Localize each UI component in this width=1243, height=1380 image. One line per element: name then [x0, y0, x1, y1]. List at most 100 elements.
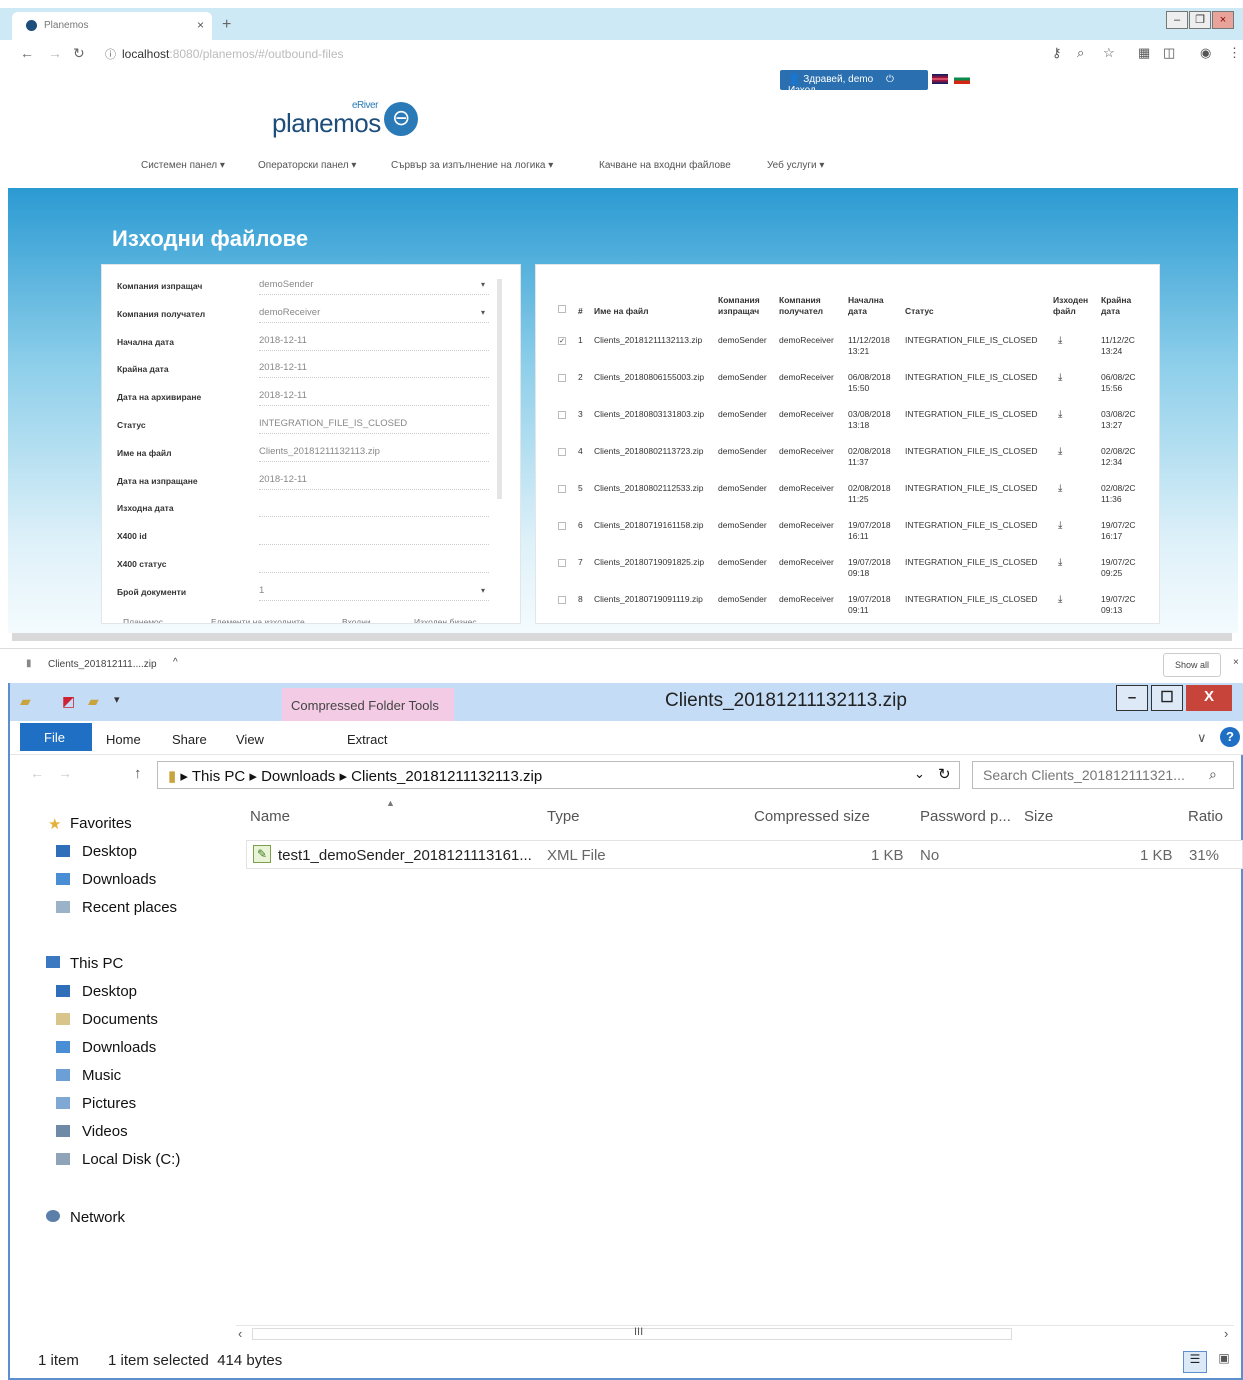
download-icon[interactable]: ⤓	[1058, 594, 1062, 605]
dropdown-caret-icon[interactable]: ▾	[481, 586, 485, 595]
tab-extract[interactable]: Extract	[347, 732, 387, 747]
qat-dropdown-icon[interactable]: ▾	[114, 693, 120, 706]
form-tab[interactable]: Елементи на изходните	[211, 617, 305, 623]
chevron-right-icon[interactable]: ▸	[180, 768, 191, 785]
menu-system-panel[interactable]: Системен панел ▾	[141, 160, 225, 171]
form-field[interactable]: 2018-12-11	[259, 474, 489, 490]
form-tab[interactable]: Входни	[342, 617, 371, 623]
nav-fav-downloads[interactable]: Downloads	[82, 871, 156, 888]
nav-pc-pictures[interactable]: Pictures	[82, 1095, 136, 1112]
download-icon[interactable]: ⤓	[1058, 483, 1062, 494]
address-bar[interactable]: ▮ ▸ This PC ▸ Downloads ▸ Clients_201812…	[157, 761, 960, 789]
back-icon[interactable]: ←	[30, 765, 44, 781]
col-compressed-size[interactable]: Compressed size	[754, 808, 870, 825]
show-all-button[interactable]: Show all	[1163, 653, 1221, 677]
tab-home[interactable]: Home	[106, 732, 141, 747]
col-status[interactable]: Статус	[905, 306, 934, 317]
refresh-icon[interactable]: ↻	[938, 765, 951, 783]
breadcrumb-downloads[interactable]: Downloads	[261, 768, 335, 785]
form-field[interactable]: Clients_20181211132113.zip	[259, 446, 489, 462]
row-checkbox[interactable]	[558, 559, 566, 567]
col-file-name[interactable]: Име на файл	[594, 306, 649, 317]
file-row[interactable]: ✎ test1_demoSender_2018121113161... XML …	[246, 840, 1243, 869]
form-field[interactable]: 1 ▾	[259, 585, 489, 601]
row-checkbox[interactable]	[558, 448, 566, 456]
forward-icon[interactable]: →	[48, 45, 62, 61]
bulgarian-flag-icon[interactable]	[954, 74, 970, 84]
row-checkbox[interactable]	[558, 374, 566, 382]
breadcrumb-zip[interactable]: Clients_20181211132113.zip	[351, 768, 542, 785]
form-field[interactable]: demoSender ▾	[259, 279, 489, 295]
search-input[interactable]: Search Clients_201812111321...	[972, 761, 1234, 789]
profile-icon[interactable]: ◉	[1200, 45, 1211, 61]
large-icons-view-icon[interactable]: ▣	[1213, 1351, 1235, 1373]
cast-icon[interactable]: ◫	[1163, 45, 1175, 61]
scroll-thumb[interactable]	[252, 1328, 1012, 1340]
nav-pc-downloads[interactable]: Downloads	[82, 1039, 156, 1056]
close-download-bar-icon[interactable]: ×	[1233, 657, 1239, 668]
maximize-icon[interactable]: ❐	[1189, 11, 1211, 29]
form-field[interactable]: 2018-12-11	[259, 390, 489, 407]
tab-share[interactable]: Share	[172, 732, 207, 747]
extension-icon[interactable]: ▦	[1138, 45, 1150, 61]
col-sender[interactable]: Компания изпращач	[718, 295, 760, 317]
close-icon[interactable]: ×	[1212, 11, 1234, 29]
horizontal-scrollbar[interactable]	[12, 633, 1232, 641]
form-field[interactable]: INTEGRATION_FILE_IS_CLOSED	[259, 418, 489, 434]
nav-network[interactable]: Network	[70, 1209, 125, 1226]
form-field[interactable]	[259, 501, 489, 518]
form-field[interactable]: demoReceiver ▾	[259, 307, 489, 323]
tab-file[interactable]: File	[20, 723, 92, 751]
scroll-left-icon[interactable]: ‹	[238, 1326, 242, 1341]
nav-pc-desktop[interactable]: Desktop	[82, 983, 137, 1000]
form-tab[interactable]: Изходен бизнес	[414, 617, 477, 623]
form-tab[interactable]: Планемос	[123, 617, 163, 623]
search-icon[interactable]: ⌕	[1209, 766, 1217, 783]
download-icon[interactable]: ⤓	[1058, 520, 1062, 531]
nav-pc-documents[interactable]: Documents	[82, 1011, 158, 1028]
download-icon[interactable]: ⤓	[1058, 335, 1062, 346]
col-end-date[interactable]: Крайна дата	[1101, 295, 1131, 317]
user-button[interactable]: Здравей, demo	[803, 74, 873, 85]
maximize-icon[interactable]: ☐	[1151, 685, 1183, 711]
key-icon[interactable]: ⚷	[1052, 45, 1062, 61]
new-folder-icon[interactable]: ▰	[88, 693, 99, 710]
col-start-date[interactable]: Начална дата	[848, 295, 884, 317]
planemos-logo[interactable]: eRiver planemos ⊖	[272, 100, 418, 139]
col-size[interactable]: Size	[1024, 808, 1053, 825]
menu-logic-server[interactable]: Сървър за изпълнение на логика ▾	[391, 160, 553, 171]
row-checkbox[interactable]	[558, 522, 566, 530]
scroll-right-icon[interactable]: ›	[1224, 1326, 1228, 1341]
reload-icon[interactable]: ↻	[73, 45, 85, 62]
nav-fav-recent[interactable]: Recent places	[82, 899, 177, 916]
nav-pc-local-disk[interactable]: Local Disk (C:)	[82, 1151, 180, 1168]
nav-pc-videos[interactable]: Videos	[82, 1123, 128, 1140]
minimize-icon[interactable]: –	[1116, 685, 1148, 711]
english-flag-icon[interactable]	[932, 74, 948, 84]
nav-pc-music[interactable]: Music	[82, 1067, 121, 1084]
download-icon[interactable]: ⤓	[1058, 446, 1062, 457]
back-icon[interactable]: ←	[20, 45, 34, 61]
download-item[interactable]: Clients_201812111....zip	[48, 659, 157, 670]
minimize-icon[interactable]: –	[1166, 11, 1188, 29]
form-field[interactable]	[259, 557, 489, 573]
chevron-up-icon[interactable]: ^	[173, 657, 178, 668]
nav-favorites[interactable]: Favorites	[70, 815, 132, 832]
help-icon[interactable]: ?	[1220, 727, 1240, 747]
nav-this-pc[interactable]: This PC	[70, 955, 123, 972]
forward-icon[interactable]: →	[58, 765, 72, 781]
form-field[interactable]	[259, 529, 489, 546]
row-checkbox[interactable]	[558, 485, 566, 493]
dropdown-icon[interactable]: ⌄	[914, 766, 925, 782]
col-ratio[interactable]: Ratio	[1188, 808, 1223, 825]
expand-ribbon-icon[interactable]: ∨	[1197, 730, 1207, 746]
download-icon[interactable]: ⤓	[1058, 409, 1062, 420]
row-checkbox[interactable]: ✓	[558, 337, 566, 345]
row-checkbox[interactable]	[558, 596, 566, 604]
col-receiver[interactable]: Компания получател	[779, 295, 823, 317]
star-icon[interactable]: ☆	[1103, 45, 1115, 61]
chevron-right-icon[interactable]: ▸	[249, 768, 261, 785]
tab-view[interactable]: View	[236, 732, 264, 747]
col-name[interactable]: Name	[250, 808, 290, 825]
up-icon[interactable]: ↑	[134, 765, 142, 782]
